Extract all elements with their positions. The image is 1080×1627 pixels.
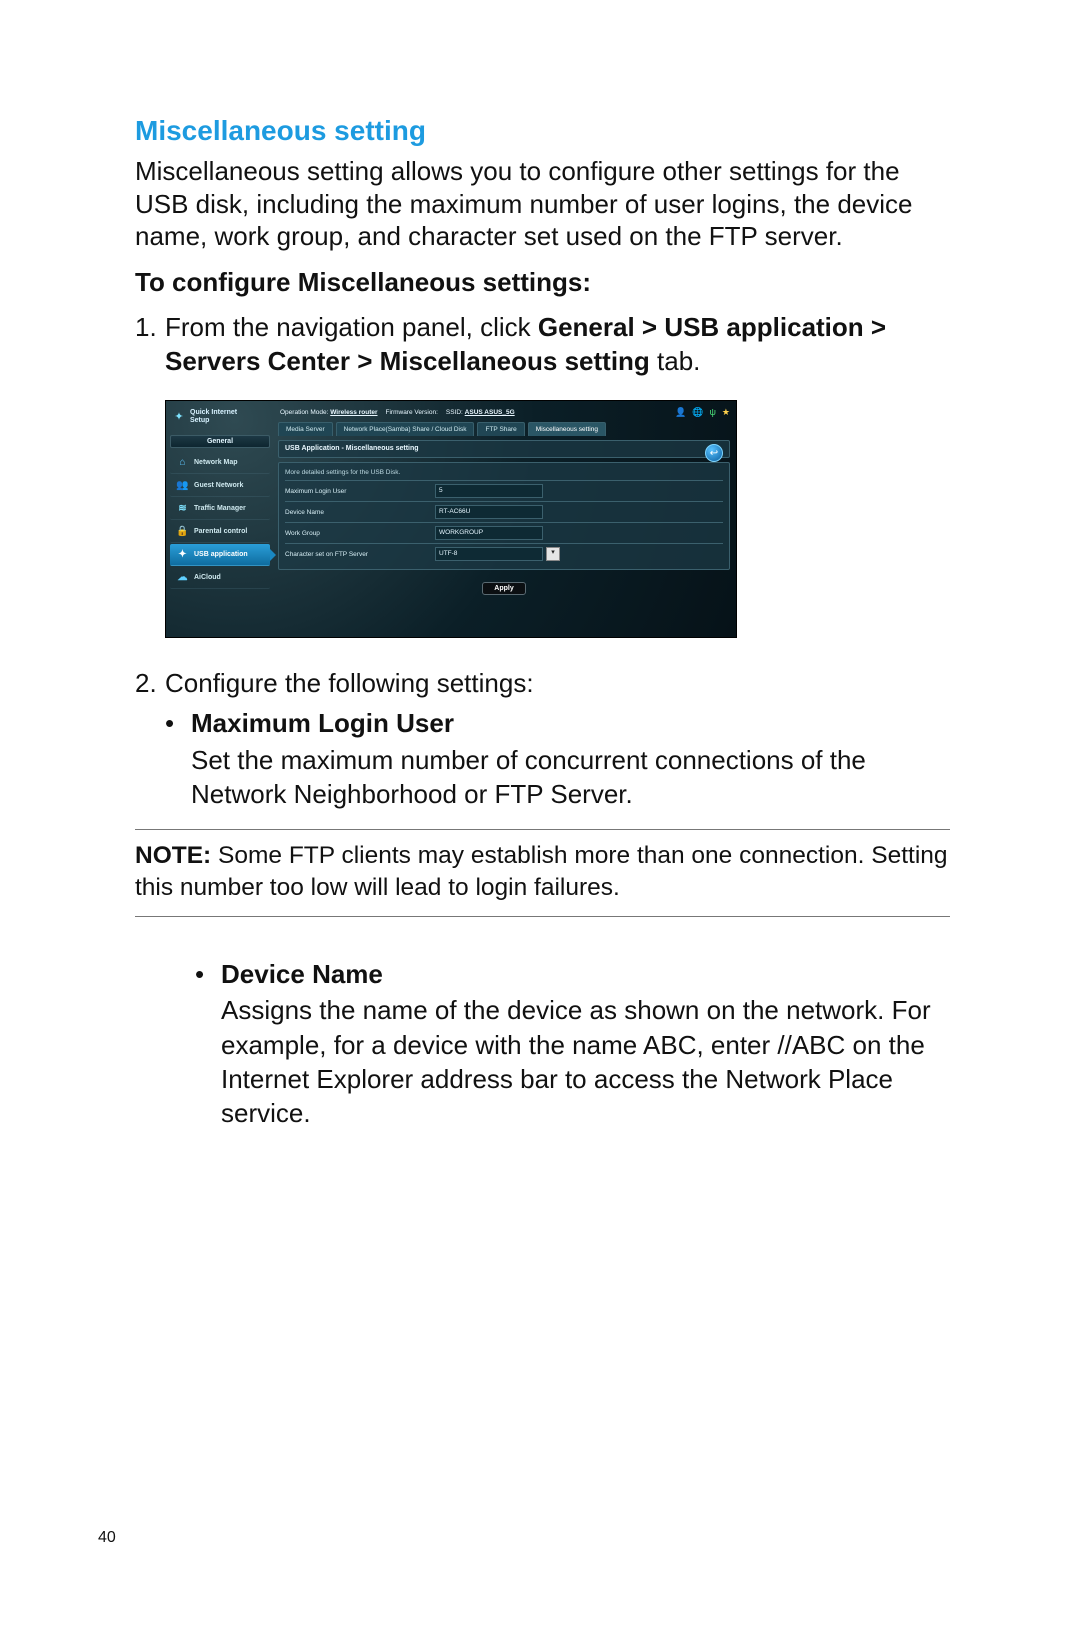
step-2-body: Configure the following settings: • Maxi… — [165, 666, 950, 811]
usb-application-icon: ✦ — [176, 548, 189, 561]
sidebar-item-label: USB application — [194, 551, 248, 558]
step-2-number: 2. — [135, 666, 165, 811]
max-login-input[interactable]: 5 — [435, 484, 543, 498]
bullet-device-name: • Device Name Assigns the name of the de… — [195, 957, 950, 1131]
bullet-max-login-title: Maximum Login User — [191, 706, 950, 740]
globe-icon[interactable]: 🌐 — [692, 407, 703, 418]
wand-icon: ✦ — [172, 410, 186, 424]
traffic-manager-icon: ≋ — [176, 502, 189, 515]
sidebar: ✦ Quick InternetSetup General ⌂ Network … — [166, 401, 274, 637]
step-2: 2. Configure the following settings: • M… — [135, 666, 950, 811]
panel-header: USB Application - Miscellaneous setting … — [278, 440, 730, 458]
tab-media-server[interactable]: Media Server — [278, 422, 333, 436]
info-bar: Operation Mode: Wireless router Firmware… — [278, 405, 730, 422]
charset-label: Character set on FTP Server — [285, 551, 435, 558]
back-button[interactable]: ↩ — [705, 444, 723, 462]
quick-internet-setup[interactable]: ✦ Quick InternetSetup — [166, 405, 274, 435]
sidebar-item-usb-application[interactable]: ✦ USB application — [170, 544, 270, 566]
tabs: Media Server Network Place(Samba) Share … — [278, 422, 730, 436]
sidebar-item-label: Network Map — [194, 459, 238, 466]
star-icon[interactable]: ★ — [722, 407, 730, 418]
note-body: Some FTP clients may establish more than… — [135, 842, 948, 901]
usb-icon[interactable]: ψ — [710, 407, 716, 418]
sidebar-item-label: Parental control — [194, 528, 247, 535]
user-icon[interactable]: 👤 — [675, 407, 686, 418]
guest-network-icon: 👥 — [176, 479, 189, 492]
charset-select[interactable]: UTF-8 ▾ — [435, 547, 560, 561]
sidebar-item-aicloud[interactable]: ☁ AiCloud — [170, 567, 270, 589]
intro-paragraph: Miscellaneous setting allows you to conf… — [135, 155, 950, 253]
quick-internet-setup-label: Quick InternetSetup — [190, 409, 237, 425]
bullet-dot: • — [165, 706, 191, 811]
note-label: NOTE: — [135, 842, 211, 869]
lock-icon: 🔒 — [176, 525, 189, 538]
tab-network-place[interactable]: Network Place(Samba) Share / Cloud Disk — [336, 422, 475, 436]
chevron-down-icon: ▾ — [546, 547, 560, 561]
apply-row: Apply — [278, 574, 730, 595]
step-1-number: 1. — [135, 310, 165, 379]
network-map-icon: ⌂ — [176, 456, 189, 469]
step-1-body: From the navigation panel, click General… — [165, 310, 950, 379]
sidebar-group-general: General — [170, 435, 270, 448]
ssid-value[interactable]: ASUS ASUS_5G — [465, 409, 515, 416]
bullet-dot: • — [195, 957, 221, 1131]
panel-subtitle: More detailed settings for the USB Disk. — [285, 467, 723, 480]
back-arrow-icon: ↩ — [710, 448, 718, 459]
panel-title: USB Application - Miscellaneous setting — [285, 445, 723, 452]
work-group-input[interactable]: WORKGROUP — [435, 526, 543, 540]
status-icons: 👤 🌐 ψ ★ — [675, 407, 730, 418]
panel-body: More detailed settings for the USB Disk.… — [278, 462, 730, 570]
step-1-text-a: From the navigation panel, click — [165, 312, 538, 342]
charset-value: UTF-8 — [435, 547, 543, 561]
device-name-input[interactable]: RT-AC66U — [435, 505, 543, 519]
max-login-label: Maximum Login User — [285, 488, 435, 495]
sidebar-item-label: AiCloud — [194, 574, 221, 581]
step-2-text: Configure the following settings: — [165, 668, 534, 698]
bullet-device-name-section: • Device Name Assigns the name of the de… — [195, 957, 950, 1131]
main-panel: Operation Mode: Wireless router Firmware… — [274, 401, 736, 637]
bullet-max-login: • Maximum Login User Set the maximum num… — [165, 706, 950, 811]
sidebar-item-parental-control[interactable]: 🔒 Parental control — [170, 521, 270, 543]
step-1-text-c: tab. — [650, 346, 701, 376]
step-1: 1. From the navigation panel, click Gene… — [135, 310, 950, 379]
work-group-label: Work Group — [285, 530, 435, 537]
bullet-max-login-desc: Set the maximum number of concurrent con… — [191, 743, 950, 812]
row-work-group: Work Group WORKGROUP — [285, 522, 723, 543]
bullet-device-name-title: Device Name — [221, 957, 950, 991]
row-max-login: Maximum Login User 5 — [285, 480, 723, 501]
bullet-device-name-desc: Assigns the name of the device as shown … — [221, 993, 950, 1130]
sidebar-item-traffic-manager[interactable]: ≋ Traffic Manager — [170, 498, 270, 520]
sidebar-item-guest-network[interactable]: 👥 Guest Network — [170, 475, 270, 497]
ssid-label: SSID: — [446, 409, 463, 416]
sidebar-item-network-map[interactable]: ⌂ Network Map — [170, 452, 270, 474]
op-mode-label: Operation Mode: — [280, 409, 328, 416]
sidebar-item-label: Guest Network — [194, 482, 243, 489]
note-block: NOTE: Some FTP clients may establish mor… — [135, 829, 950, 917]
page-number: 40 — [98, 1529, 116, 1547]
tab-ftp-share[interactable]: FTP Share — [477, 422, 524, 436]
device-name-label: Device Name — [285, 509, 435, 516]
op-mode-value[interactable]: Wireless router — [330, 409, 377, 416]
row-charset: Character set on FTP Server UTF-8 ▾ — [285, 543, 723, 564]
screenshot: ✦ Quick InternetSetup General ⌂ Network … — [165, 400, 737, 638]
apply-button[interactable]: Apply — [482, 582, 525, 595]
row-device-name: Device Name RT-AC66U — [285, 501, 723, 522]
cloud-icon: ☁ — [176, 571, 189, 584]
sidebar-item-label: Traffic Manager — [194, 505, 246, 512]
tab-miscellaneous-setting[interactable]: Miscellaneous setting — [528, 422, 606, 436]
section-title: Miscellaneous setting — [135, 115, 950, 147]
subsection-heading: To configure Miscellaneous settings: — [135, 267, 950, 298]
firmware-label: Firmware Version: — [386, 409, 438, 416]
